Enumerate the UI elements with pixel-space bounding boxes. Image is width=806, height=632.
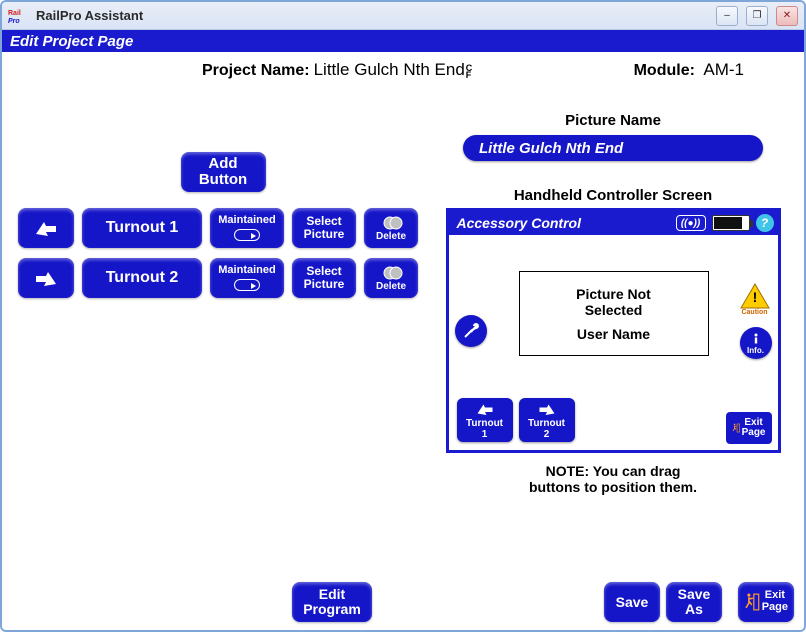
arrow-up-left-icon (32, 216, 60, 240)
page-header: Edit Project Page (2, 30, 804, 52)
app-window: RailPro RailPro Assistant – ❐ ✕ Edit Pro… (0, 0, 806, 632)
preview-turnout2-button[interactable]: Turnout 2 (519, 398, 575, 442)
svg-text:Pro: Pro (8, 18, 20, 25)
project-dirty-mark: CF (466, 65, 473, 79)
battery-indicator-icon (712, 215, 750, 231)
caution-button[interactable]: ! Caution (738, 283, 772, 316)
drag-note: NOTE: You can drag buttons to position t… (440, 463, 786, 495)
module-group: Module: AM-1 (634, 60, 744, 80)
maintained-toggle-icon (234, 229, 260, 241)
picture-name-pill[interactable]: Little Gulch Nth End (463, 135, 763, 161)
svg-text:Rail: Rail (8, 10, 21, 17)
button-row: Turnout 1 Maintained Select Picture Dele… (18, 208, 428, 248)
delete-button[interactable]: Delete (364, 258, 418, 298)
page-header-title: Edit Project Page (10, 33, 133, 50)
picture-name-label: Picture Name (440, 112, 786, 129)
svg-text:!: ! (752, 289, 757, 305)
maintained-toggle-icon (234, 279, 260, 291)
module-label: Module: (634, 62, 695, 79)
app-title: RailPro Assistant (36, 8, 708, 23)
caution-label: Caution (741, 309, 767, 316)
preview-exit-page-label: Exit Page (742, 418, 766, 438)
handheld-screen-frame: Accessory Control ((●)) ? Picture Not Se… (446, 208, 781, 453)
info-button[interactable]: Info. (740, 327, 772, 359)
help-icon[interactable]: ? (756, 214, 774, 232)
tools-button[interactable] (455, 315, 487, 347)
exit-running-icon (744, 590, 760, 614)
delete-icon (382, 214, 400, 232)
handheld-screen-label: Handheld Controller Screen (440, 187, 786, 204)
maintained-button[interactable]: Maintained (210, 208, 284, 248)
preview-turnout1-label: Turnout 1 (463, 418, 507, 440)
save-button[interactable]: Save (604, 582, 660, 622)
caution-icon: ! (740, 283, 770, 309)
user-name-text: User Name (577, 326, 650, 342)
app-logo-icon: RailPro (8, 7, 30, 25)
select-picture-button[interactable]: Select Picture (292, 258, 356, 298)
window-close-button[interactable]: ✕ (776, 6, 798, 26)
picture-name-value: Little Gulch Nth End (479, 140, 623, 157)
exit-page-label: Exit Page (762, 590, 788, 613)
screen-titlebar: Accessory Control ((●)) ? (449, 211, 778, 235)
save-as-button[interactable]: Save As (666, 582, 722, 622)
select-picture-button[interactable]: Select Picture (292, 208, 356, 248)
button-editor-area: Add Button Turnout 1 Maintained Select P… (18, 152, 428, 308)
delete-icon (382, 264, 400, 282)
screen-title-text: Accessory Control (457, 215, 581, 231)
picture-not-selected-line2: Selected (585, 302, 643, 318)
content-area: Project Name: Little Gulch Nth End CF Mo… (2, 52, 804, 630)
arrow-up-right-button[interactable] (18, 258, 74, 298)
project-info-row: Project Name: Little Gulch Nth End CF Mo… (2, 52, 804, 83)
arrow-up-right-icon (536, 400, 558, 418)
titlebar: RailPro RailPro Assistant – ❐ ✕ (2, 2, 804, 30)
maintained-label: Maintained (218, 215, 275, 227)
preview-turnout2-label: Turnout 2 (525, 418, 569, 440)
delete-button[interactable]: Delete (364, 208, 418, 248)
window-maximize-button[interactable]: ❐ (746, 6, 768, 26)
exit-running-icon (732, 418, 740, 438)
drag-note-line1: NOTE: You can drag (440, 463, 786, 479)
project-name-label: Project Name: (202, 62, 310, 80)
wrench-icon (462, 322, 480, 340)
screen-body: Picture Not Selected User Name ! Caution… (449, 235, 778, 450)
button-row: Turnout 2 Maintained Select Picture Dele… (18, 258, 428, 298)
module-value: AM-1 (703, 60, 744, 79)
info-icon (749, 332, 763, 346)
turnout-button[interactable]: Turnout 1 (82, 208, 202, 248)
delete-label: Delete (376, 282, 406, 293)
picture-not-selected-line1: Picture Not (576, 286, 651, 302)
wireless-indicator-icon: ((●)) (676, 215, 706, 231)
delete-label: Delete (376, 232, 406, 243)
drag-note-line2: buttons to position them. (440, 479, 786, 495)
arrow-up-left-icon (474, 400, 496, 418)
exit-page-button[interactable]: Exit Page (738, 582, 794, 622)
add-button[interactable]: Add Button (181, 152, 266, 192)
edit-program-button[interactable]: Edit Program (292, 582, 372, 622)
picture-placeholder[interactable]: Picture Not Selected User Name (519, 271, 709, 356)
preview-exit-page-button[interactable]: Exit Page (726, 412, 772, 444)
window-minimize-button[interactable]: – (716, 6, 738, 26)
maintained-label: Maintained (218, 265, 275, 277)
info-label: Info. (747, 346, 764, 355)
project-name-value: Little Gulch Nth End (314, 60, 465, 80)
turnout-button[interactable]: Turnout 2 (82, 258, 202, 298)
preview-turnout1-button[interactable]: Turnout 1 (457, 398, 513, 442)
preview-area: Picture Name Little Gulch Nth End Handhe… (440, 108, 786, 495)
footer: Edit Program Save Save As Exit Page (2, 580, 804, 624)
arrow-up-left-button[interactable] (18, 208, 74, 248)
arrow-up-right-icon (32, 266, 60, 290)
maintained-button[interactable]: Maintained (210, 258, 284, 298)
